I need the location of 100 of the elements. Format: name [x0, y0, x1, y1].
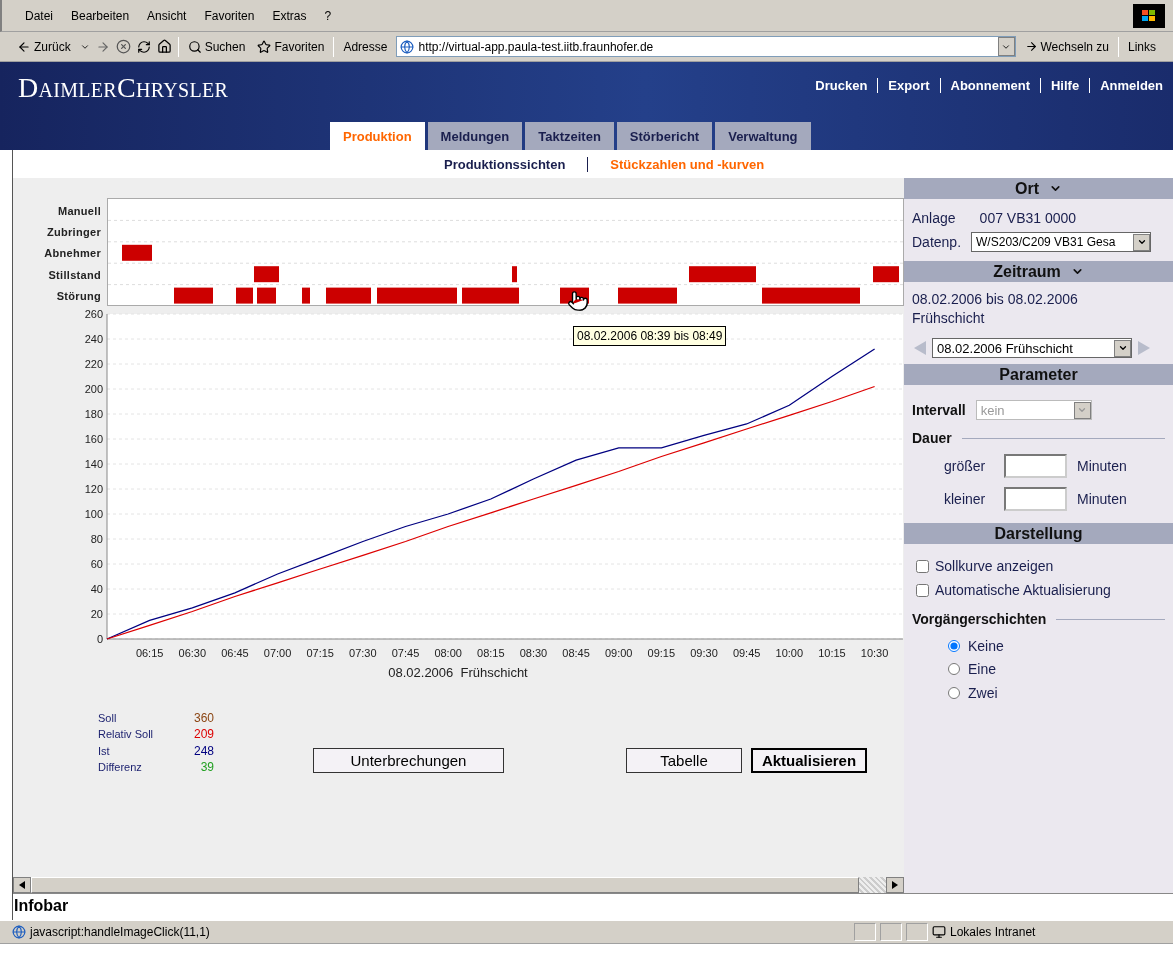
field-label: Datenp.	[912, 234, 962, 250]
address-field[interactable]: http://virtual-app.paula-test.iitb.fraunhofer.de	[396, 36, 1016, 57]
arrow-icon	[1024, 40, 1038, 53]
status-panel	[880, 923, 902, 941]
x-tick-label: 06:15	[135, 646, 164, 659]
summary-label: Ist	[98, 743, 111, 759]
gantt-category-label: Abnehmer	[43, 246, 102, 262]
nav-tab[interactable]: Taktzeiten	[525, 122, 614, 150]
search-icon	[187, 39, 202, 54]
summary-value: 209	[192, 726, 214, 743]
action-button[interactable]: Tabelle	[626, 747, 742, 773]
radio-button[interactable]	[948, 686, 960, 699]
star-icon	[257, 39, 272, 54]
action-button[interactable]: Unterbrechungen	[313, 747, 504, 773]
x-tick-label: 10:15	[818, 646, 846, 659]
x-tick-label: 07:30	[349, 646, 377, 659]
scroll-left-icon[interactable]	[19, 881, 25, 889]
header-link[interactable]: Drucken	[805, 78, 878, 93]
gantt-category-label: Zubringer	[45, 225, 102, 241]
section-header[interactable]: Zeitraum	[904, 261, 1173, 282]
y-tick-label: 20	[90, 607, 103, 620]
x-tick-label: 10:00	[775, 646, 804, 659]
subnav-link[interactable]: Produktionssichten	[422, 156, 588, 172]
summary-label: Differenz	[98, 760, 143, 776]
caret-icon[interactable]	[1136, 237, 1147, 247]
zone-text: Lokales Intranet	[950, 925, 1036, 939]
nav-tab[interactable]: Verwaltung	[715, 122, 811, 150]
shift-select[interactable]: 08.02.2006 Frühschicht	[932, 338, 1132, 358]
x-tick-label: 09:45	[732, 646, 761, 659]
section-header: Parameter	[904, 364, 1173, 385]
header-link[interactable]: Export	[877, 78, 940, 93]
nav-tab[interactable]: Störbericht	[616, 122, 713, 150]
x-axis-title: 08.02.2006 Frühschicht	[388, 664, 528, 680]
forward-icon[interactable]	[95, 39, 110, 54]
radio-button[interactable]	[948, 639, 960, 652]
globe-icon	[400, 39, 415, 54]
menu-item[interactable]: Bearbeiten	[62, 8, 139, 23]
scroll-right-icon[interactable]	[892, 881, 898, 889]
y-tick-label: 80	[90, 532, 103, 545]
radio-label: Keine	[968, 637, 1004, 654]
field-label: Intervall	[912, 402, 966, 418]
summary-label: Relativ Soll	[98, 727, 155, 743]
data-point-select[interactable]: W/S203/C209 VB31 Gesa	[971, 232, 1152, 252]
x-tick-label: 08:30	[519, 646, 548, 659]
unit-label: Minuten	[1077, 490, 1127, 507]
stop-icon[interactable]	[115, 39, 131, 54]
refresh-icon[interactable]	[136, 39, 151, 54]
x-tick-label: 08:00	[434, 646, 462, 659]
summary-value: 248	[192, 742, 214, 760]
windows-logo-icon	[1133, 3, 1165, 28]
summary-value: 360	[192, 709, 214, 727]
gantt-category-label: Stillstand	[47, 267, 102, 283]
checkbox[interactable]	[916, 583, 929, 597]
checkbox-label: Sollkurve anzeigen	[935, 558, 1054, 574]
nav-tab[interactable]: Meldungen	[427, 122, 523, 150]
group-label: Dauer	[912, 430, 952, 446]
caret-icon[interactable]	[1117, 343, 1128, 353]
search-button[interactable]: Suchen	[184, 39, 249, 54]
field-label: kleiner	[944, 490, 987, 507]
logo: DaimlerChrysler	[18, 74, 229, 102]
radio-button[interactable]	[948, 663, 960, 676]
hand-cursor-icon	[567, 290, 589, 312]
links-button[interactable]: Links	[1125, 39, 1159, 54]
status-text: javascript:handleImageClick(11,1)	[30, 925, 211, 939]
address-label: Adresse	[342, 39, 389, 54]
menu-item[interactable]: Ansicht	[138, 8, 196, 23]
intranet-zone-icon	[932, 925, 946, 939]
page-icon	[12, 925, 26, 939]
home-icon[interactable]	[156, 39, 172, 54]
go-button[interactable]: Wechseln zu	[1021, 39, 1112, 54]
back-button[interactable]: Zurück	[14, 39, 74, 54]
menu-item[interactable]: ?	[315, 8, 341, 23]
field-value: 007 VB31 0000	[979, 210, 1077, 226]
status-panel	[906, 923, 928, 941]
x-tick-label: 09:30	[690, 646, 718, 659]
header-link[interactable]: Abonnement	[939, 78, 1040, 93]
header-link[interactable]: Hilfe	[1040, 78, 1090, 93]
y-tick-label: 200	[84, 382, 103, 395]
group-label: Vorgängerschichten	[912, 611, 1047, 627]
checkbox[interactable]	[916, 559, 929, 573]
y-tick-label: 260	[84, 307, 103, 320]
action-button[interactable]: Aktualisieren	[751, 747, 867, 773]
minutes-input[interactable]	[1004, 453, 1067, 478]
x-tick-label: 08:45	[562, 646, 590, 659]
section-header[interactable]: Ort	[904, 178, 1173, 199]
x-tick-label: 07:15	[306, 646, 334, 659]
menu-item[interactable]: Favoriten	[195, 8, 264, 23]
menu-item[interactable]: Datei	[16, 8, 62, 23]
checkbox-label: Automatische Aktualisierung	[935, 582, 1111, 598]
x-tick-label: 09:00	[604, 646, 633, 659]
radio-label: Zwei	[968, 684, 998, 701]
menu-item[interactable]: Extras	[263, 8, 316, 23]
unit-label: Minuten	[1077, 457, 1127, 474]
header-link[interactable]: Anmelden	[1089, 78, 1173, 93]
minutes-input[interactable]	[1004, 486, 1067, 511]
section-header: Darstellung	[904, 523, 1173, 544]
y-tick-label: 60	[90, 557, 103, 570]
x-tick-label: 06:45	[221, 646, 249, 659]
y-tick-label: 120	[84, 482, 103, 495]
favorites-button[interactable]: Favoriten	[254, 39, 328, 54]
